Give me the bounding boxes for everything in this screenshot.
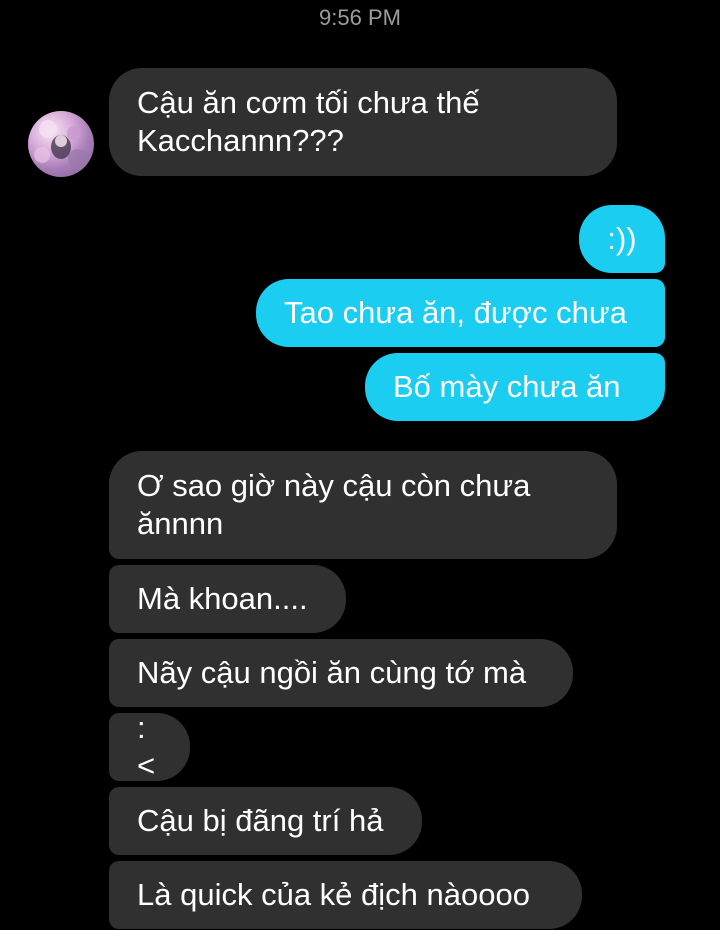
message-text: :)) [607, 221, 637, 256]
message-text: Bố mày chưa ăn [393, 369, 621, 404]
message-text: Tao chưa ăn, được chưa [284, 295, 627, 330]
message-bubble-incoming[interactable]: :< [109, 710, 190, 783]
message-text: Nãy cậu ngồi ăn cùng tớ mà [137, 655, 527, 690]
message-text: Cậu ăn cơm tối chưa thế Kacchannn??? [137, 85, 480, 158]
message-bubble-outgoing[interactable]: Tao chưa ăn, được chưa [256, 279, 665, 347]
message-text: :< [137, 710, 156, 783]
message-text: Ơ sao giờ này cậu còn chưa ănnnn [137, 468, 531, 541]
chat-screen: 9:56 PM Cậu ăn cơm tối chưa thế Kacchann… [0, 0, 720, 930]
message-bubble-incoming[interactable]: Cậu ăn cơm tối chưa thế Kacchannn??? [109, 68, 617, 176]
message-bubble-incoming[interactable]: Mà khoan.... [109, 565, 346, 633]
message-bubble-incoming[interactable]: Nãy cậu ngồi ăn cùng tớ mà [109, 639, 573, 707]
message-timestamp: 9:56 PM [319, 5, 401, 30]
message-bubble-outgoing[interactable]: :)) [579, 205, 665, 273]
message-text: Mà khoan.... [137, 581, 308, 616]
message-text: Cậu bị đãng trí hả [137, 803, 384, 838]
message-bubble-incoming[interactable]: Ơ sao giờ này cậu còn chưa ănnnn [109, 451, 617, 559]
message-bubble-outgoing[interactable]: Bố mày chưa ăn [365, 353, 665, 421]
avatar-image [34, 120, 88, 169]
message-bubble-incoming[interactable]: Cậu bị đãng trí hả [109, 787, 422, 855]
message-bubble-incoming[interactable]: Là quick của kẻ địch nàoooo [109, 861, 582, 929]
contact-avatar-icon[interactable] [28, 111, 94, 177]
message-text: Là quick của kẻ địch nàoooo [137, 877, 530, 912]
